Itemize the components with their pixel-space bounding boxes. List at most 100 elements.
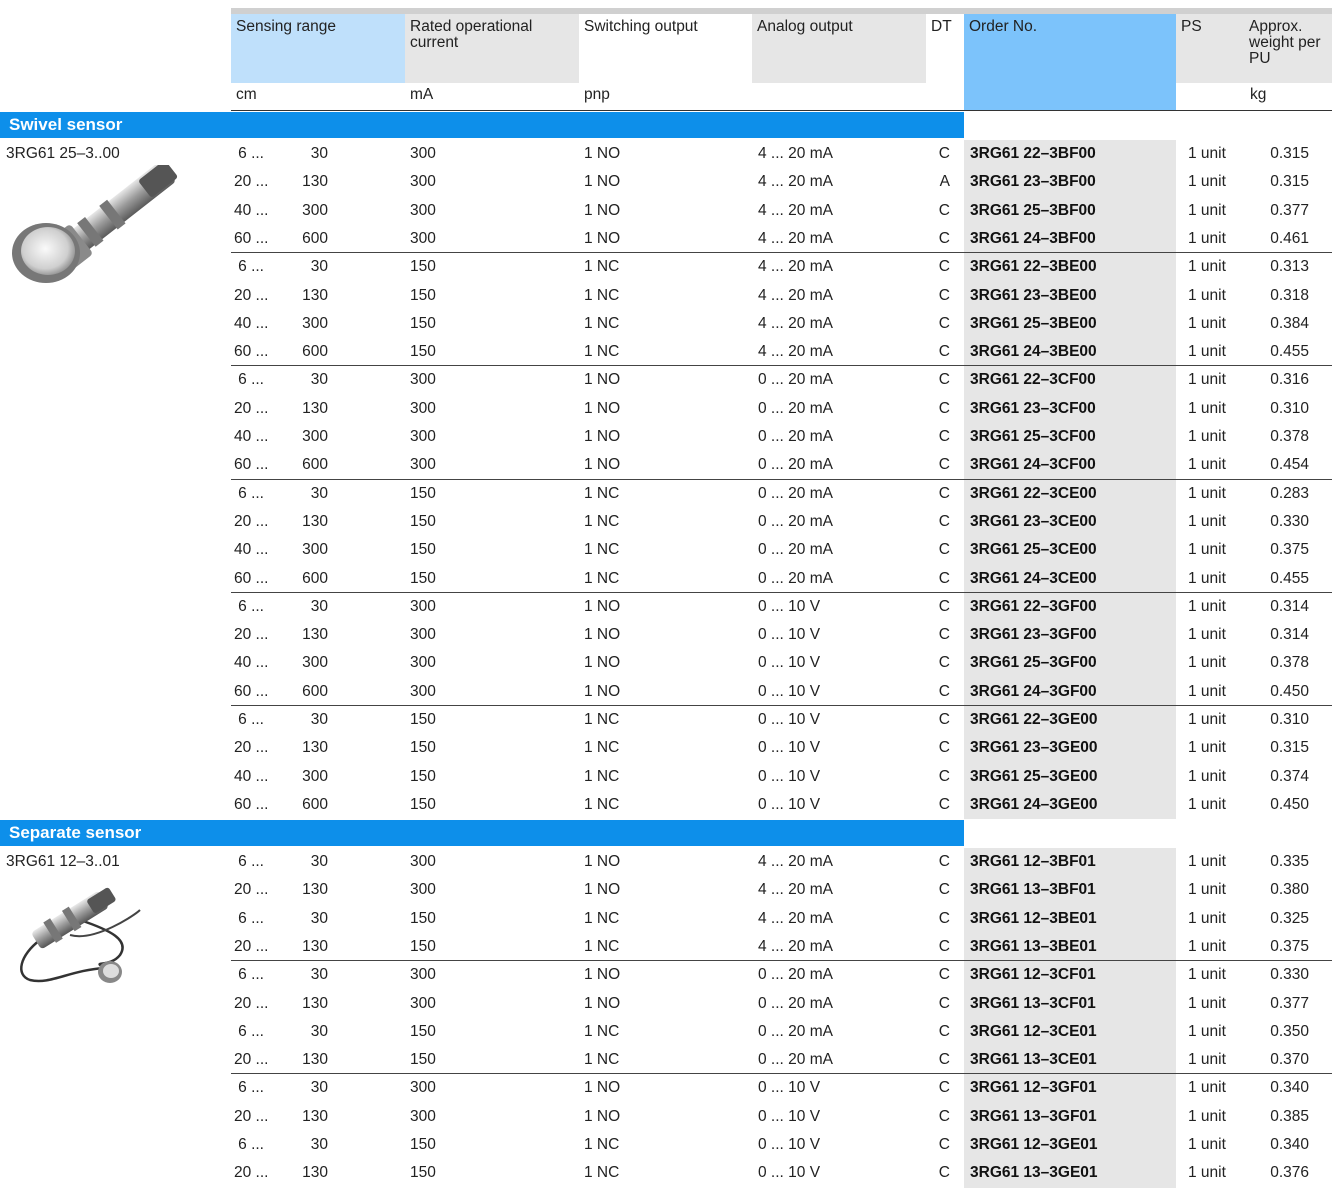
cell-switching-output: 1 NC xyxy=(584,569,620,587)
cell-weight: 0.370 xyxy=(1270,1051,1309,1069)
cell-dt-code: C xyxy=(938,597,950,615)
cell-analog-output: 0 ... 20 mA xyxy=(758,428,833,445)
header-bottom-rule xyxy=(231,110,1332,111)
cell-dt-code: C xyxy=(938,654,950,672)
table-row: 40 ... 300 150 1 NC 0 ... 10 V C 3RG61 25–3GE0… xyxy=(0,763,1332,791)
cell-order-number: 3RG61 24–3GF00 xyxy=(970,682,1097,700)
cell-weight: 0.335 xyxy=(1270,853,1309,870)
cell-order-number: 3RG61 12–3BE01 xyxy=(970,909,1097,927)
cell-switching-output: 1 NO xyxy=(584,881,621,899)
cell-rated-current: 300 xyxy=(410,201,436,219)
cell-rated-current: 300 xyxy=(410,881,436,899)
header-switching-output: Switching output xyxy=(584,18,698,35)
cell-weight: 0.315 xyxy=(1270,173,1309,191)
cell-pack-size: 1 unit xyxy=(1188,512,1226,530)
cell-rated-current: 150 xyxy=(410,739,436,757)
cell-rated-current: 150 xyxy=(410,569,436,587)
cell-range-from: 60 ... xyxy=(234,795,269,813)
table-row: 60 ... 600 150 1 NC 0 ... 10 V C 3RG61 24–3GE0… xyxy=(0,791,1332,819)
cell-dt-code: C xyxy=(938,229,950,247)
header-order-no-fill xyxy=(964,83,1176,110)
cell-rated-current: 150 xyxy=(410,314,436,332)
section-bar: Swivel sensor xyxy=(0,112,964,138)
cell-weight: 0.380 xyxy=(1270,881,1309,899)
cell-range-from: 20 ... xyxy=(234,512,269,530)
cell-order-number: 3RG61 24–3CF00 xyxy=(970,456,1096,474)
cell-pack-size: 1 unit xyxy=(1188,286,1226,304)
cell-range-to: 30 xyxy=(310,909,328,927)
cell-order-number: 3RG61 23–3CF00 xyxy=(970,399,1096,417)
group-divider xyxy=(231,252,1332,254)
unit-pnp: pnp xyxy=(584,86,610,103)
cell-range-from: 60 ... xyxy=(234,229,269,247)
cell-analog-output: 4 ... 20 mA xyxy=(758,937,833,955)
cell-range-from: 20 ... xyxy=(234,173,269,191)
table-row: 60 ... 600 150 1 NC 4 ... 20 mA C 3RG61 24–3BE… xyxy=(0,338,1332,366)
cell-order-number: 3RG61 13–3GF01 xyxy=(970,1107,1097,1125)
cell-dt-code: C xyxy=(938,881,950,899)
cell-rated-current: 300 xyxy=(410,682,436,700)
cell-analog-output: 4 ... 20 mA xyxy=(758,909,833,927)
cell-switching-output: 1 NC xyxy=(584,541,620,559)
cell-switching-output: 1 NC xyxy=(584,739,620,757)
table-row: 20 ... 130 150 1 NC 4 ... 20 mA C 3RG61 13–3BE… xyxy=(0,933,1332,961)
cell-rated-current: 300 xyxy=(410,1079,436,1097)
cell-pack-size: 1 unit xyxy=(1188,229,1226,247)
cell-rated-current: 300 xyxy=(410,145,436,162)
cell-weight: 0.384 xyxy=(1270,314,1309,332)
group-divider xyxy=(231,960,1332,962)
cell-weight: 0.283 xyxy=(1270,484,1309,502)
cell-order-number: 3RG61 13–3CF01 xyxy=(970,994,1096,1012)
group-divider xyxy=(231,591,1332,593)
cell-switching-output: 1 NO xyxy=(584,994,621,1012)
cell-pack-size: 1 unit xyxy=(1188,682,1226,700)
group-divider xyxy=(231,478,1332,480)
table-row: 20 ... 130 150 1 NC 4 ... 20 mA C 3RG61 23–3BE… xyxy=(0,282,1332,310)
cell-order-number: 3RG61 12–3GF01 xyxy=(970,1079,1097,1097)
cell-rated-current: 300 xyxy=(410,428,436,445)
cell-weight: 0.454 xyxy=(1270,456,1309,474)
cell-order-number: 3RG61 23–3BE00 xyxy=(970,286,1097,304)
cell-dt-code: C xyxy=(938,343,950,361)
table-row: 6 ... 30 300 1 NO 0 ... 10 V C 3RG61 12–3GF01 1… xyxy=(0,1074,1332,1102)
table-row: 60 ... 600 300 1 NO 0 ... 20 mA C 3RG61 24–3CF… xyxy=(0,451,1332,479)
separate-sensor-image xyxy=(20,887,141,983)
header-dt: DT xyxy=(931,18,952,35)
cell-pack-size: 1 unit xyxy=(1188,371,1226,389)
cell-range-to: 130 xyxy=(302,1107,328,1125)
cell-range-from: 20 ... xyxy=(234,1164,269,1182)
cell-analog-output: 4 ... 20 mA xyxy=(758,229,833,247)
cell-order-number: 3RG61 22–3GE00 xyxy=(970,711,1098,728)
cell-weight: 0.330 xyxy=(1270,512,1309,530)
cell-analog-output: 0 ... 10 V xyxy=(758,795,821,813)
cell-order-number: 3RG61 24–3BF00 xyxy=(970,229,1096,247)
cell-range-from: 6 ... xyxy=(238,1079,264,1097)
cell-switching-output: 1 NC xyxy=(584,484,620,502)
cell-order-number: 3RG61 25–3GE00 xyxy=(970,767,1098,785)
table-row: 6 ... 30 300 1 NO 4 ... 20 mA C 3RG61 12–3BF01… xyxy=(0,848,1332,876)
cell-order-number: 3RG61 22–3BE00 xyxy=(970,258,1097,276)
cell-switching-output: 1 NC xyxy=(584,711,620,728)
cell-range-to: 30 xyxy=(310,145,328,162)
cell-dt-code: C xyxy=(938,711,950,728)
cell-pack-size: 1 unit xyxy=(1188,258,1226,276)
cell-analog-output: 0 ... 20 mA xyxy=(758,569,833,587)
cell-dt-code: C xyxy=(938,1107,950,1125)
header-sensing-range: Sensing range xyxy=(231,14,405,83)
cell-pack-size: 1 unit xyxy=(1188,1051,1226,1069)
table-row: 6 ... 30 150 1 NC 0 ... 20 mA C 3RG61 22–3CE00… xyxy=(0,480,1332,508)
cell-analog-output: 0 ... 10 V xyxy=(758,1164,821,1182)
cell-switching-output: 1 NC xyxy=(584,314,620,332)
cell-order-number: 3RG61 23–3BF00 xyxy=(970,173,1096,191)
cell-range-from: 6 ... xyxy=(238,966,264,984)
table-row: 40 ... 300 150 1 NC 4 ... 20 mA C 3RG61 25–3BE… xyxy=(0,310,1332,338)
cell-rated-current: 300 xyxy=(410,399,436,417)
table-row: 6 ... 30 150 1 NC 0 ... 20 mA C 3RG61 12–3CE01… xyxy=(0,1018,1332,1046)
cell-dt-code: C xyxy=(938,512,950,530)
cell-analog-output: 0 ... 20 mA xyxy=(758,1051,833,1069)
cell-pack-size: 1 unit xyxy=(1188,173,1226,191)
cell-weight: 0.325 xyxy=(1270,909,1309,927)
cell-analog-output: 4 ... 20 mA xyxy=(758,145,833,162)
table-row: 6 ... 30 150 1 NC 4 ... 20 mA C 3RG61 12–3BE01… xyxy=(0,905,1332,933)
cell-rated-current: 150 xyxy=(410,258,436,276)
